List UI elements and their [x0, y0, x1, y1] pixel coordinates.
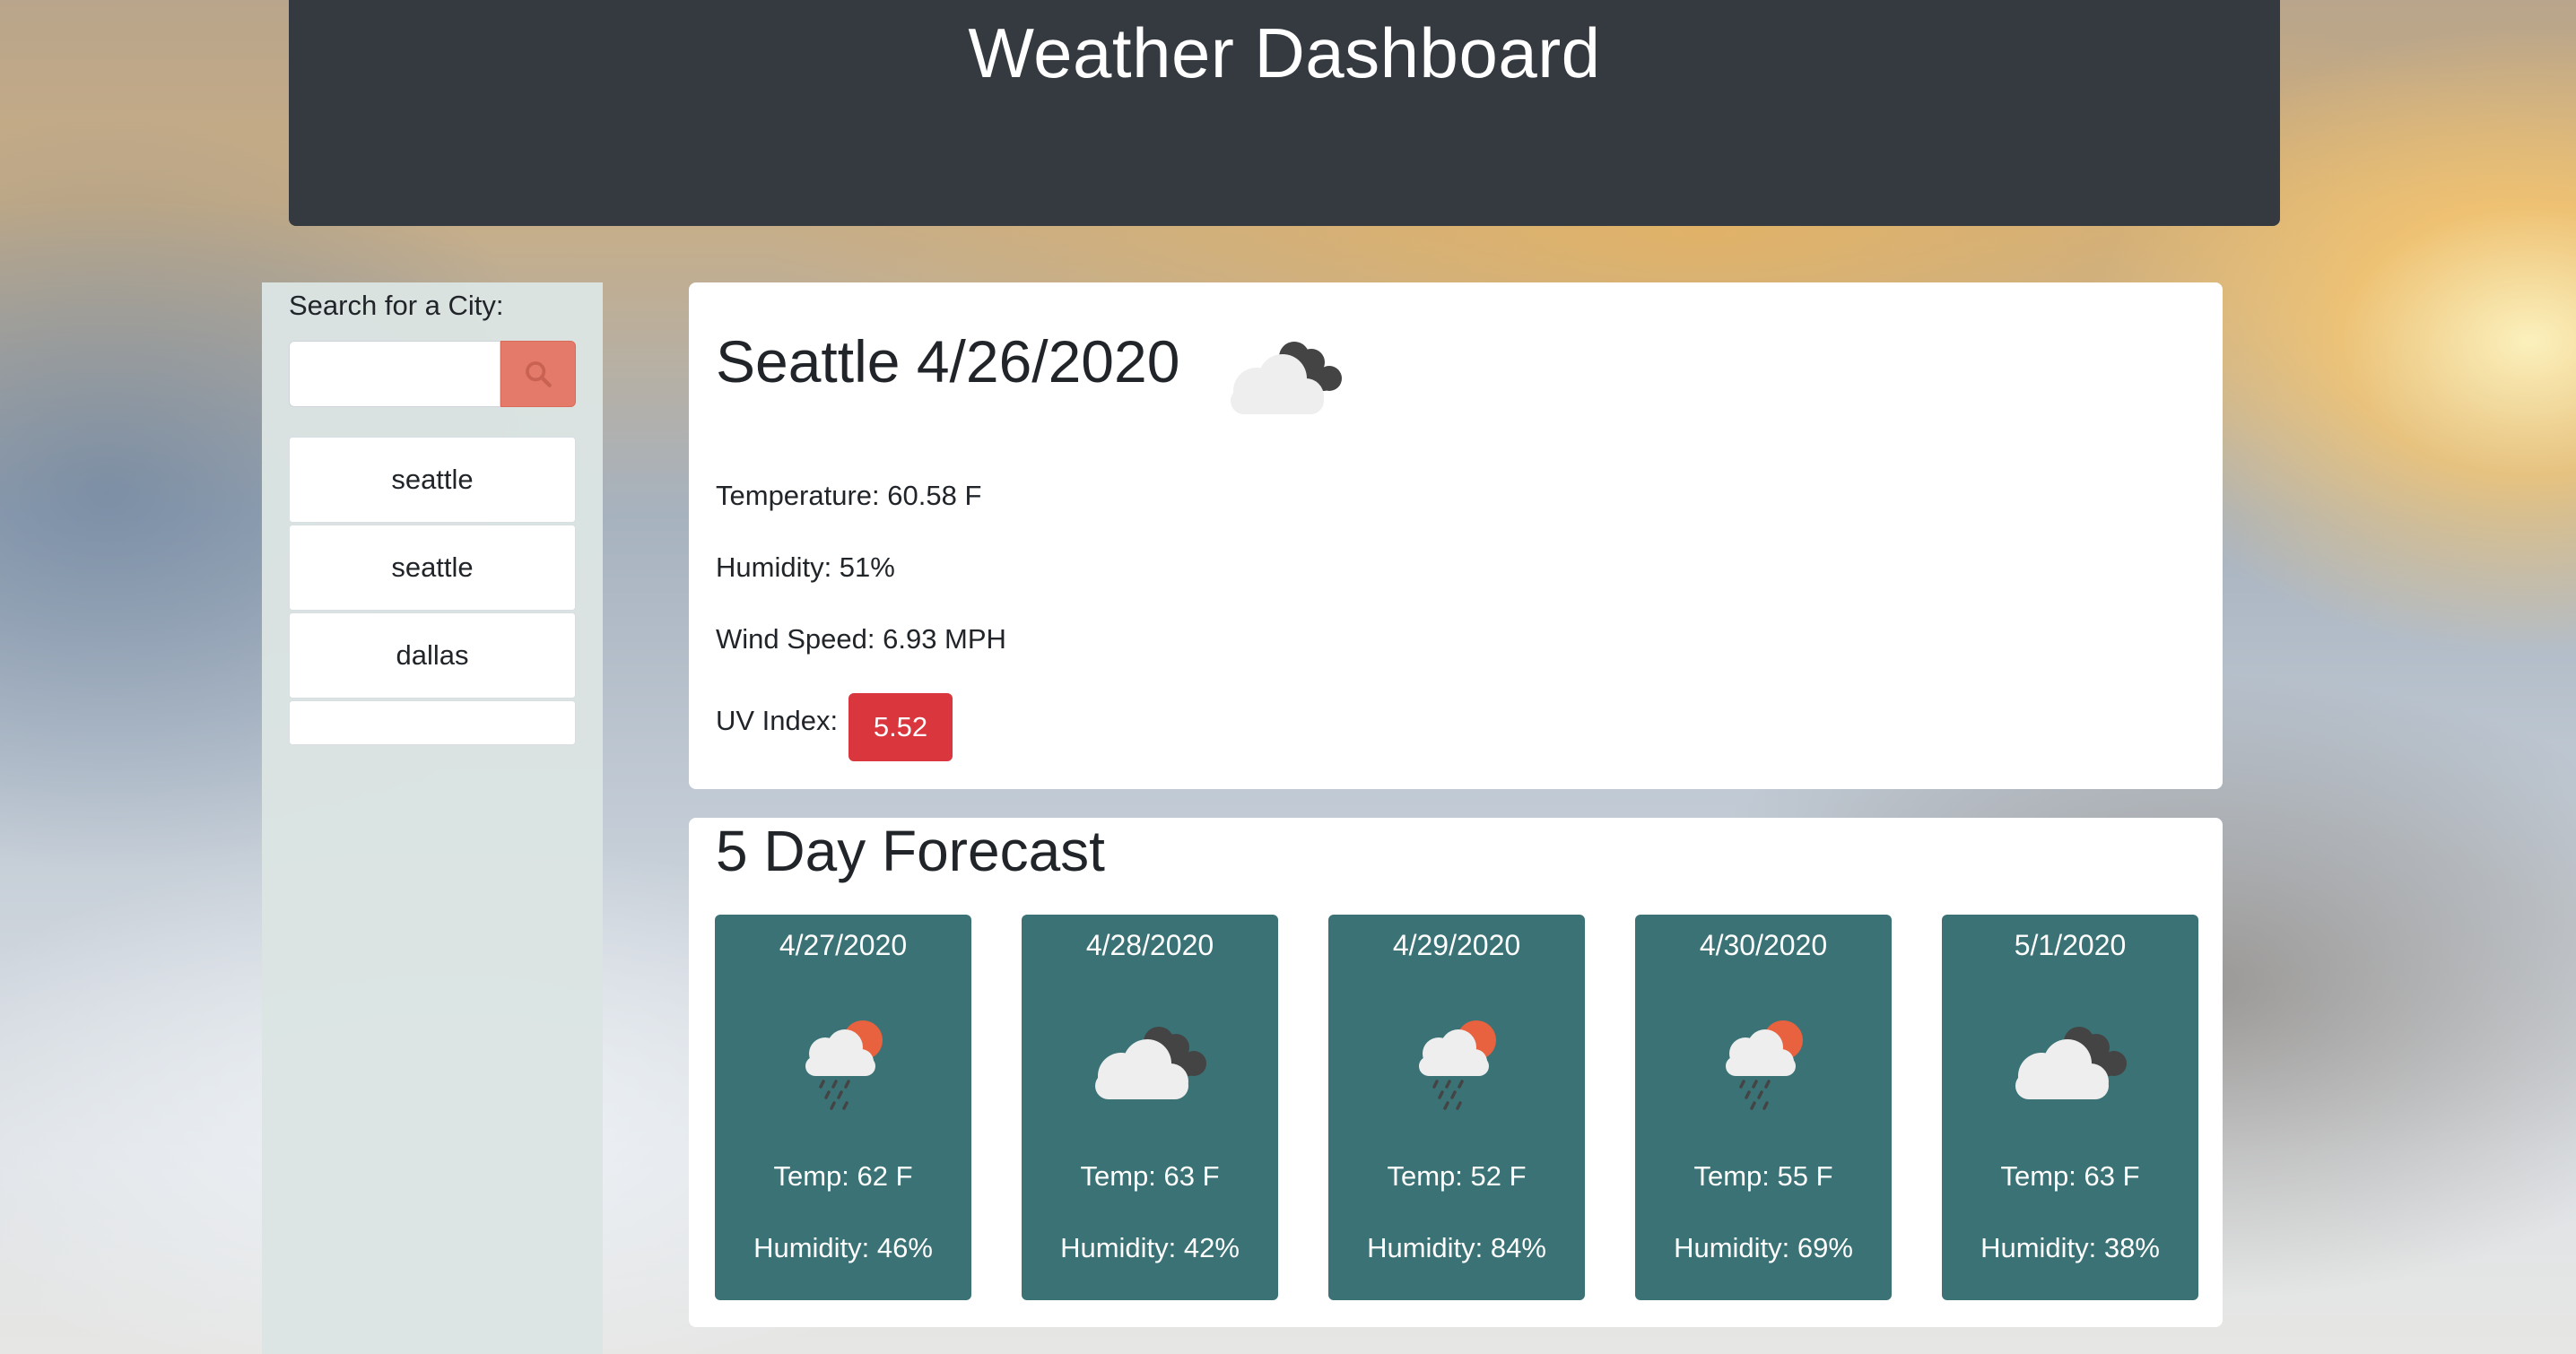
broken-clouds-icon [1231, 342, 1342, 414]
rain-sun-icon [1419, 1020, 1496, 1110]
forecast-humidity: Humidity: 42% [1060, 1232, 1240, 1263]
history-item-seattle[interactable]: seattle [289, 525, 576, 611]
forecast-humidity: Humidity: 69% [1674, 1232, 1853, 1263]
humidity-text: Humidity: 51% [716, 551, 895, 583]
city-date-title: Seattle 4/26/2020 [716, 328, 1180, 395]
search-input[interactable] [289, 341, 500, 407]
page-title: Weather Dashboard [968, 13, 1601, 92]
forecast-humidity: Humidity: 84% [1367, 1232, 1546, 1263]
uv-index-badge: 5.52 [849, 693, 953, 761]
current-weather-card: Seattle 4/26/2020 Temperature: 60.58 F H… [689, 282, 2223, 789]
uv-index-label: UV Index: [716, 705, 839, 736]
search-icon [526, 361, 552, 387]
forecast-humidity: Humidity: 38% [1980, 1232, 2160, 1263]
search-button[interactable] [500, 341, 576, 407]
forecast-day-card: 5/1/2020 Temp: 63 F Humidity: 38% [1942, 915, 2198, 1300]
sidebar: Search for a City: seattle seattle dalla… [262, 282, 603, 1354]
forecast-title: 5 Day Forecast [716, 819, 1105, 883]
forecast-humidity: Humidity: 46% [753, 1232, 933, 1263]
forecast-date: 4/27/2020 [779, 929, 908, 961]
broken-clouds-icon [2015, 1027, 2127, 1099]
forecast-date: 4/30/2020 [1699, 929, 1828, 961]
forecast-day-card: 4/29/2020 Temp: 52 F Humidity: 84% [1328, 915, 1585, 1300]
search-label: Search for a City: [289, 290, 504, 321]
forecast-date: 4/28/2020 [1085, 929, 1214, 961]
forecast-temp: Temp: 63 F [2000, 1160, 2140, 1192]
rain-sun-icon [805, 1020, 883, 1110]
forecast-temp: Temp: 63 F [1080, 1160, 1220, 1192]
search-row [289, 341, 576, 407]
temperature-text: Temperature: 60.58 F [716, 480, 982, 511]
search-history-list: seattle seattle dallas [289, 437, 576, 747]
wind-speed-text: Wind Speed: 6.93 MPH [716, 623, 1006, 655]
history-item-seattle[interactable]: seattle [289, 437, 576, 523]
forecast-date: 4/29/2020 [1392, 929, 1521, 961]
forecast-day-card: 4/28/2020 Temp: 63 F Humidity: 42% [1022, 915, 1278, 1300]
forecast-day-card: 4/30/2020 Temp: 55 F Humidity: 69% [1635, 915, 1892, 1300]
forecast-temp: Temp: 52 F [1387, 1160, 1527, 1192]
forecast-temp: Temp: 55 F [1693, 1160, 1833, 1192]
forecast-day-card: 4/27/2020 Temp: 62 F Humidity: 46% [715, 915, 971, 1300]
rain-sun-icon [1726, 1020, 1803, 1110]
history-item-dallas[interactable]: dallas [289, 612, 576, 699]
forecast-temp: Temp: 62 F [773, 1160, 913, 1192]
forecast-card: 5 Day Forecast 4/27/2020 Temp: 62 F Humi… [689, 818, 2223, 1327]
history-item-empty[interactable] [289, 700, 576, 745]
forecast-date: 5/1/2020 [2014, 929, 2127, 961]
page-header: Weather Dashboard [289, 0, 2280, 226]
broken-clouds-icon [1095, 1027, 1206, 1099]
